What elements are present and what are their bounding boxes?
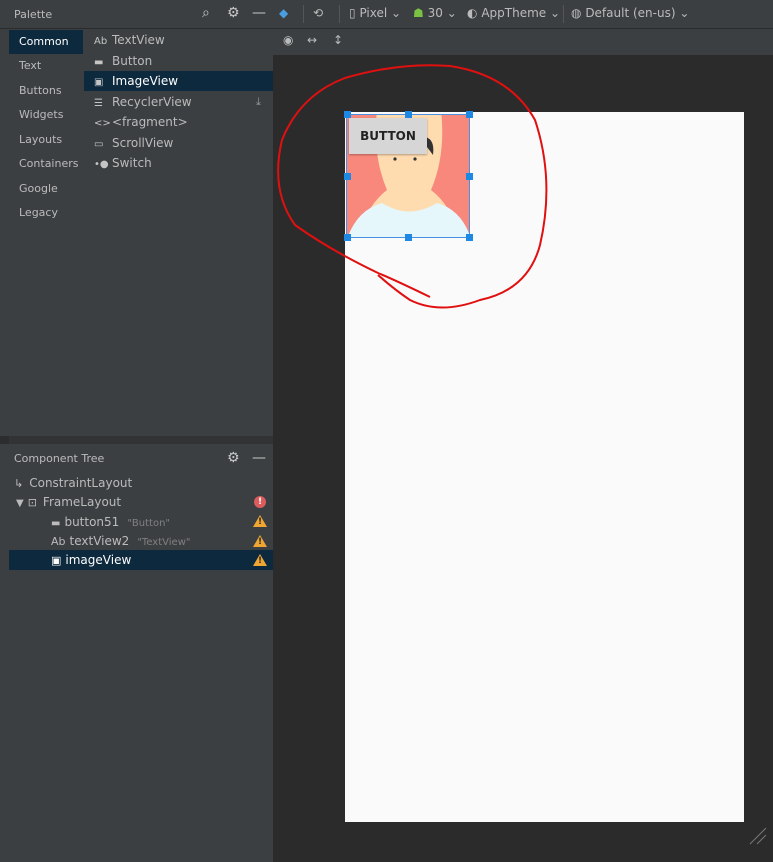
palette-header: Palette ⌕ ⚙ — — [0, 0, 273, 29]
design-toolbar: ◆ ⟲ ▯ Pixel ⌄ ☗ 30 ⌄ ◐ AppTheme ⌄ ◍ Defa… — [273, 0, 773, 29]
error-icon[interactable]: ! — [254, 496, 266, 508]
minimize-icon[interactable]: — — [252, 5, 266, 21]
constraint-layout-icon: ↳ — [14, 477, 24, 490]
tree-selection-highlight — [9, 550, 273, 570]
image-icon: ▣ — [94, 77, 104, 88]
phone-icon: ▯ — [349, 6, 356, 20]
tree-node-imageview[interactable]: ▣ imageView — [51, 550, 131, 570]
gear-icon[interactable]: ⚙ — [227, 5, 240, 21]
resize-handle[interactable] — [344, 173, 351, 180]
search-icon[interactable]: ⌕ — [202, 5, 210, 21]
gear-icon[interactable]: ⚙ — [227, 450, 240, 466]
palette-item-fragment[interactable]: <> <fragment> — [84, 112, 273, 132]
resize-handle[interactable] — [405, 234, 412, 241]
resize-handle[interactable] — [405, 111, 412, 118]
textview-icon: Ab — [51, 535, 66, 548]
resize-handle[interactable] — [344, 234, 351, 241]
code-icon: <> — [94, 118, 111, 129]
locale-selector[interactable]: ◍ Default (en-us) ⌄ — [571, 6, 689, 20]
category-legacy[interactable]: Legacy — [9, 201, 83, 225]
palette-item-button[interactable]: ▬ Button — [84, 51, 273, 71]
component-tree-title: Component Tree — [14, 452, 105, 465]
category-containers[interactable]: Containers — [9, 152, 83, 176]
globe-icon: ◍ — [571, 6, 582, 20]
button-icon: ▬ — [51, 518, 61, 529]
orientation-icon[interactable]: ⟲ — [313, 6, 323, 20]
scroll-icon: ▭ — [94, 139, 104, 150]
palette-item-recyclerview[interactable]: ☰ RecyclerView ⤓ — [84, 92, 273, 112]
palette-title: Palette — [14, 8, 53, 21]
list-icon: ☰ — [94, 98, 103, 109]
palette-item-imageview[interactable]: ▣ ImageView — [84, 71, 273, 91]
category-text[interactable]: Text — [9, 54, 83, 78]
tree-node-framelayout[interactable]: ▼ ⊡ FrameLayout — [16, 492, 121, 512]
layers-icon[interactable]: ◆ — [279, 6, 288, 20]
palette-item-switch[interactable]: •● Switch — [84, 153, 273, 173]
category-widgets[interactable]: Widgets — [9, 103, 83, 127]
view-options-icon[interactable]: ◉ — [283, 33, 293, 47]
resize-handle[interactable] — [466, 173, 473, 180]
theme-selector[interactable]: ◐ AppTheme ⌄ — [467, 6, 560, 20]
expand-arrow-icon[interactable]: ▼ — [16, 498, 24, 509]
category-google[interactable]: Google — [9, 177, 83, 201]
preview-button[interactable]: BUTTON — [349, 118, 427, 154]
horizontal-resize-icon[interactable]: ↔ — [307, 33, 317, 47]
minimize-icon[interactable]: — — [252, 450, 266, 466]
tree-node-button51[interactable]: ▬ button51 "Button" — [51, 512, 170, 532]
warning-icon[interactable]: ! — [253, 535, 267, 547]
resize-handle[interactable] — [466, 234, 473, 241]
resize-handle[interactable] — [344, 111, 351, 118]
api-selector[interactable]: ☗ 30 ⌄ — [413, 6, 457, 20]
resize-handle[interactable] — [466, 111, 473, 118]
download-icon[interactable]: ⤓ — [256, 92, 261, 112]
device-selector[interactable]: ▯ Pixel ⌄ — [349, 6, 401, 20]
warning-icon[interactable]: ! — [253, 554, 267, 566]
switch-icon: •● — [94, 159, 109, 170]
warning-icon[interactable]: ! — [253, 515, 267, 527]
frame-layout-icon: ⊡ — [27, 496, 37, 509]
category-buttons[interactable]: Buttons — [9, 79, 83, 103]
tree-node-constraintlayout[interactable]: ↳ ConstraintLayout — [14, 473, 132, 493]
category-common[interactable]: Common — [9, 30, 83, 54]
palette-item-textview[interactable]: Ab TextView — [84, 30, 273, 50]
category-layouts[interactable]: Layouts — [9, 128, 83, 152]
theme-icon: ◐ — [467, 6, 478, 20]
button-icon: ▬ — [94, 57, 104, 68]
image-icon: ▣ — [51, 554, 62, 567]
palette-item-scrollview[interactable]: ▭ ScrollView — [84, 133, 273, 153]
design-subtoolbar: ◉ ↔ ↕ — [273, 29, 773, 55]
resize-grip-icon[interactable] — [748, 826, 768, 846]
tree-node-textview2[interactable]: Ab textView2 "TextView" — [51, 531, 190, 551]
vertical-resize-icon[interactable]: ↕ — [333, 33, 343, 47]
android-icon: ☗ — [413, 6, 424, 20]
panel-divider[interactable] — [9, 436, 273, 444]
textview-icon: Ab — [94, 36, 108, 47]
